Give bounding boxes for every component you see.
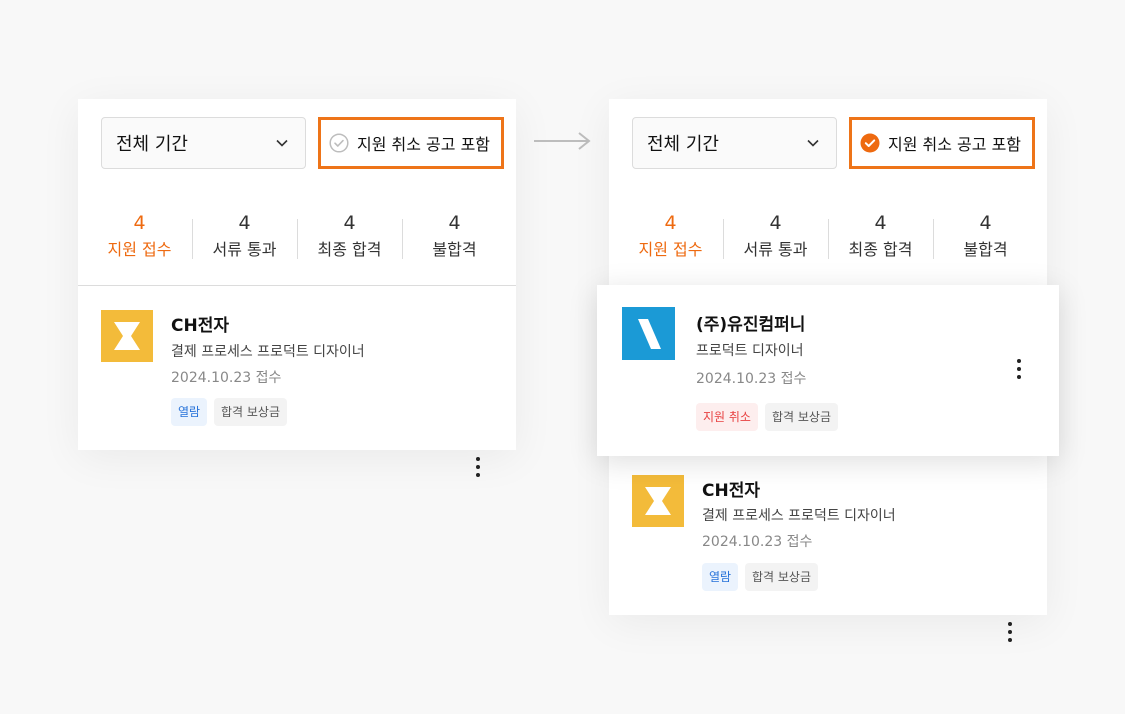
stat-applied[interactable]: 4 지원 접수 [618,209,723,269]
period-select[interactable]: 전체 기간 [632,117,837,169]
applied-date: 2024.10.23 접수 [702,534,813,550]
status-summary: 4 지원 접수 4 서류 통과 4 최종 합격 4 불합격 [78,209,516,269]
reward-badge: 합격 보상금 [745,563,819,591]
application-card[interactable]: CH전자 결제 프로세스 프로덕트 디자이너 2024.10.23 접수 열람 … [78,286,516,477]
stat-count: 4 [343,212,356,234]
stat-label: 지원 접수 [107,240,172,259]
stat-count: 4 [664,212,677,234]
chevron-down-icon [807,139,819,147]
reward-badge: 합격 보상금 [765,403,839,431]
company-name: CH전자 [702,481,760,501]
stat-document-passed[interactable]: 4 서류 통과 [192,209,297,269]
comparison-stage: 전체 기간 지원 취소 공고 포함 4 지원 접수 4 서류 통과 4 최종 합… [0,0,1125,714]
unchecked-circle-icon [329,133,349,153]
company-name: (주)유진컴퍼니 [696,315,806,335]
reward-badge: 합격 보상금 [214,398,288,426]
include-cancelled-label: 지원 취소 공고 포함 [888,135,1022,154]
chevron-down-icon [276,139,288,147]
period-select[interactable]: 전체 기간 [101,117,306,169]
ch-logo-icon [632,475,684,527]
position-title: 결제 프로세스 프로덕트 디자이너 [171,344,365,360]
stat-label: 서류 통과 [212,240,277,259]
viewed-badge: 열람 [702,563,739,591]
stat-rejected[interactable]: 4 불합격 [933,209,1038,269]
position-title: 결제 프로세스 프로덕트 디자이너 [702,508,896,524]
stat-final-passed[interactable]: 4 최종 합격 [828,209,933,269]
stat-final-passed[interactable]: 4 최종 합격 [297,209,402,269]
filter-bar: 전체 기간 지원 취소 공고 포함 [632,117,1036,169]
stat-label: 최종 합격 [848,240,913,259]
filter-bar: 전체 기간 지원 취소 공고 포함 [101,117,505,169]
applied-date: 2024.10.23 접수 [696,371,807,387]
cancelled-application-card[interactable]: (주)유진컴퍼니 프로덕트 디자이너 2024.10.23 접수 지원 취소 합… [597,285,1059,456]
stat-label: 최종 합격 [317,240,382,259]
more-options-icon[interactable] [1002,620,1018,644]
stat-count: 4 [238,212,251,234]
period-select-label: 전체 기간 [116,134,188,155]
stat-rejected[interactable]: 4 불합격 [402,209,507,269]
application-card[interactable]: CH전자 결제 프로세스 프로덕트 디자이너 2024.10.23 접수 열람 … [609,456,1047,642]
more-options-icon[interactable] [470,455,486,479]
stat-count: 4 [874,212,887,234]
cancelled-badge: 지원 취소 [696,403,758,431]
position-title: 프로덕트 디자이너 [696,343,804,359]
stat-document-passed[interactable]: 4 서류 통과 [723,209,828,269]
stat-applied[interactable]: 4 지원 접수 [87,209,192,269]
status-summary: 4 지원 접수 4 서류 통과 4 최종 합격 4 불합격 [609,209,1047,269]
include-cancelled-label: 지원 취소 공고 포함 [357,135,491,154]
stat-count: 4 [769,212,782,234]
checked-circle-icon [860,133,880,153]
stat-label: 불합격 [432,240,477,259]
more-options-icon[interactable] [1011,357,1027,381]
stat-label: 지원 접수 [638,240,703,259]
period-select-label: 전체 기간 [647,134,719,155]
stat-count: 4 [979,212,992,234]
viewed-badge: 열람 [171,398,208,426]
include-cancelled-toggle[interactable]: 지원 취소 공고 포함 [849,117,1035,169]
stat-label: 불합격 [963,240,1008,259]
before-panel: 전체 기간 지원 취소 공고 포함 4 지원 접수 4 서류 통과 4 최종 합… [78,99,516,477]
stat-count: 4 [133,212,146,234]
arrow-right-icon [534,132,591,150]
yujin-logo-icon [622,307,675,360]
applied-date: 2024.10.23 접수 [171,370,282,386]
stat-label: 서류 통과 [743,240,808,259]
stat-count: 4 [448,212,461,234]
company-name: CH전자 [171,316,229,336]
ch-logo-icon [101,310,153,362]
include-cancelled-toggle[interactable]: 지원 취소 공고 포함 [318,117,504,169]
